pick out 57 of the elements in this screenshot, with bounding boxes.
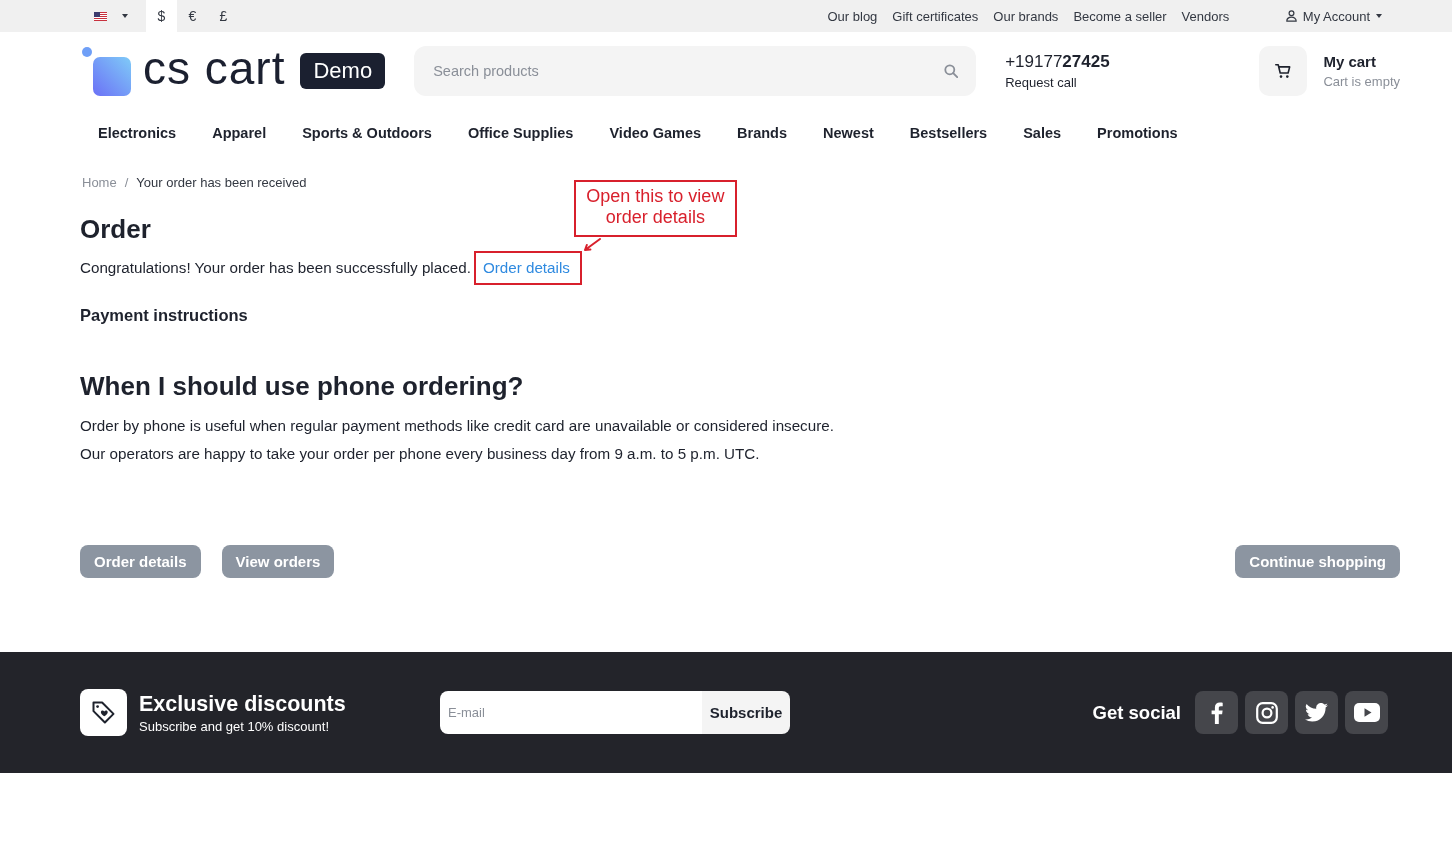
- top-link[interactable]: Our blog: [820, 0, 885, 32]
- currency-option[interactable]: $: [146, 0, 177, 32]
- phone-number: +1917727425: [1005, 51, 1110, 72]
- nav-link[interactable]: Sales: [1005, 123, 1080, 143]
- social-link[interactable]: [1295, 691, 1338, 734]
- nav-link[interactable]: Office Supplies: [449, 123, 592, 143]
- order-details-link[interactable]: Order details: [482, 258, 570, 278]
- section-heading: When I should use phone ordering?: [80, 370, 524, 403]
- logo-text: cs cart: [143, 45, 286, 91]
- social-link[interactable]: [1195, 691, 1238, 734]
- top-link[interactable]: Gift certificates: [884, 0, 986, 32]
- search-icon[interactable]: [944, 64, 959, 78]
- nav-link[interactable]: Newest: [805, 123, 892, 143]
- arrow-icon: [582, 238, 601, 251]
- nav-link[interactable]: Bestsellers: [891, 123, 1006, 143]
- search-field[interactable]: Search products: [414, 46, 977, 96]
- cart-button[interactable]: [1259, 46, 1308, 96]
- nav-link[interactable]: Brands: [719, 123, 805, 143]
- top-link[interactable]: Vendors: [1174, 0, 1237, 32]
- instagram-icon: [1255, 701, 1278, 724]
- demo-badge: Demo: [300, 53, 386, 89]
- cart-title: My cart: [1323, 52, 1376, 71]
- annotation-callout: Open this to view order details: [573, 180, 737, 237]
- top-link[interactable]: Our brands: [985, 0, 1066, 32]
- breadcrumb-separator: /: [124, 174, 129, 192]
- logo-icon: [80, 46, 131, 96]
- facebook-icon: [1210, 701, 1223, 724]
- nav-link[interactable]: Promotions: [1079, 123, 1196, 143]
- flag-icon: [94, 11, 107, 21]
- cart-status: Cart is empty: [1323, 73, 1400, 90]
- social-link[interactable]: [1245, 691, 1288, 734]
- request-call-link[interactable]: Request call: [1005, 74, 1077, 91]
- info-paragraph: Order by phone is useful when regular payment methods like credit card are unavailable or considered insecure.: [80, 416, 834, 436]
- page-title: Order: [80, 213, 151, 245]
- caret-icon: [122, 14, 128, 18]
- success-message: Congratulations! Your order has been successfully placed.: [80, 258, 471, 278]
- top-link[interactable]: Become a seller: [1065, 0, 1175, 32]
- nav-link[interactable]: Sports & Outdoors: [284, 123, 450, 143]
- social-label: Get social: [1092, 701, 1181, 724]
- nav-link[interactable]: Video Games: [591, 123, 720, 143]
- promo-subtitle: Subscribe and get 10% discount!: [139, 717, 330, 735]
- youtube-icon: [1353, 703, 1380, 722]
- twitter-icon: [1305, 703, 1328, 722]
- payment-heading: Payment instructions: [80, 305, 248, 326]
- tag-icon: [80, 689, 127, 736]
- nav-link[interactable]: Apparel: [194, 123, 285, 143]
- info-paragraph: Our operators are happy to take your order per phone every business day from 9 a.m. to 5 p.m. UTC.: [80, 444, 760, 464]
- email-field[interactable]: E-mail: [440, 691, 702, 734]
- caret-icon: [1376, 14, 1382, 18]
- account-menu[interactable]: My Account: [1267, 0, 1400, 32]
- subscribe-button[interactable]: Subscribe: [702, 691, 790, 734]
- breadcrumb-current: Your order has been received: [136, 174, 307, 192]
- cart-icon: [1275, 63, 1292, 79]
- nav-link[interactable]: Electronics: [80, 123, 195, 143]
- user-icon: [1285, 10, 1297, 22]
- promo-title: Exclusive discounts: [139, 690, 346, 717]
- social-link[interactable]: [1345, 691, 1388, 734]
